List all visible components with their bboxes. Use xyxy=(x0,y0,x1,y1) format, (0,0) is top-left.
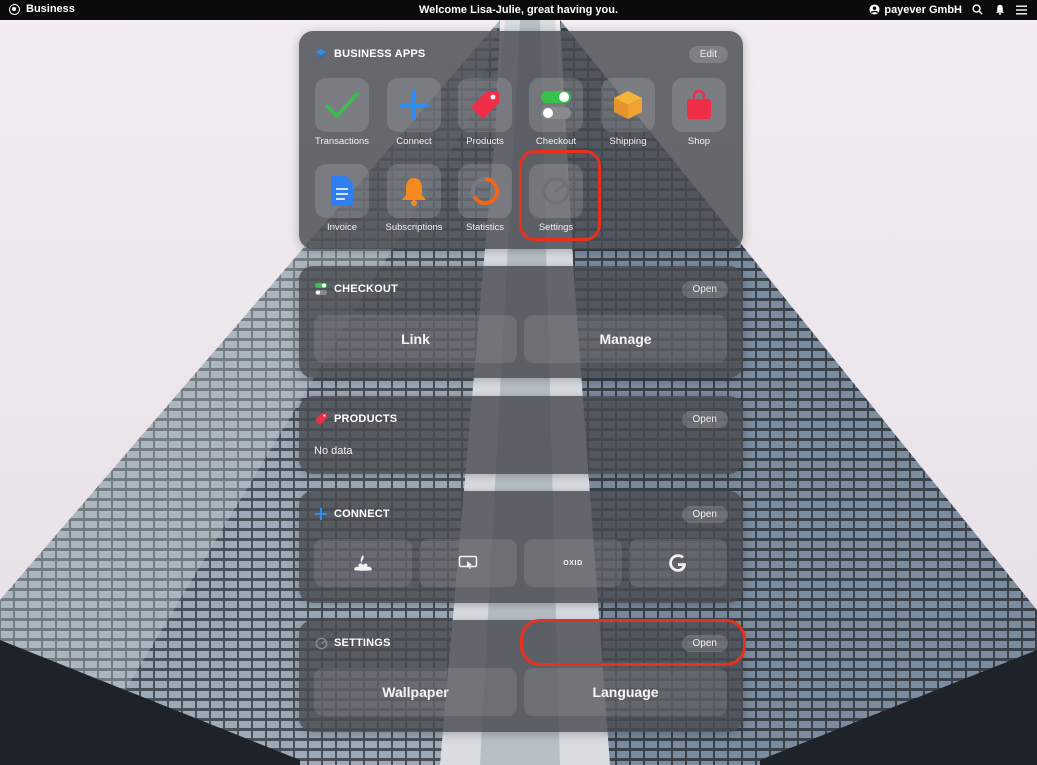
brand-label: Business xyxy=(26,3,75,15)
app-transactions[interactable]: Transactions xyxy=(311,78,373,147)
tag-icon xyxy=(314,412,328,426)
gauge-icon xyxy=(314,636,328,650)
app-shop[interactable]: Shop xyxy=(668,78,730,147)
settings-widget: SETTINGS Open Wallpaper Language xyxy=(299,620,743,732)
products-empty-text: No data xyxy=(314,445,353,457)
user-circle-icon xyxy=(869,4,880,15)
search-icon[interactable] xyxy=(971,3,984,16)
toggles-icon xyxy=(541,91,571,119)
google-logo-icon xyxy=(669,554,686,572)
app-label: Settings xyxy=(538,222,574,233)
connect-widget: CONNECT Open OXID xyxy=(299,491,743,603)
integration-oxid[interactable]: OXID xyxy=(524,539,622,587)
checkout-link-button[interactable]: Link xyxy=(314,315,517,363)
connect-title: CONNECT xyxy=(334,508,390,520)
products-widget: PRODUCTS Open No data xyxy=(299,396,743,474)
checkout-widget: CHECKOUT Open Link Manage xyxy=(299,266,743,378)
bell-icon xyxy=(402,178,426,206)
app-invoice[interactable]: Invoice xyxy=(311,164,373,233)
business-apps-title: BUSINESS APPS xyxy=(334,48,426,60)
app-label: Statistics xyxy=(465,222,504,233)
app-label: Checkout xyxy=(535,136,577,147)
checkout-manage-button[interactable]: Manage xyxy=(524,315,727,363)
app-label: Invoice xyxy=(326,222,358,233)
app-subscriptions[interactable]: Subscriptions xyxy=(383,164,445,233)
language-button[interactable]: Language xyxy=(524,668,727,716)
santander-logo-icon xyxy=(354,555,372,571)
integration-screen-pointer[interactable] xyxy=(419,539,517,587)
settings-title: SETTINGS xyxy=(334,637,391,649)
checkmark-icon xyxy=(325,92,359,118)
app-products[interactable]: Products xyxy=(454,78,516,147)
integration-google[interactable] xyxy=(629,539,727,587)
edit-apps-button[interactable]: Edit xyxy=(688,46,728,63)
screen-pointer-icon xyxy=(458,555,478,569)
plus-icon xyxy=(399,90,429,120)
connect-open-button[interactable]: Open xyxy=(681,506,728,523)
app-shipping[interactable]: Shipping xyxy=(597,78,659,147)
box-icon xyxy=(614,91,642,119)
notification-bell-icon[interactable] xyxy=(993,3,1006,16)
checkout-open-button[interactable]: Open xyxy=(681,281,728,298)
app-statistics[interactable]: Statistics xyxy=(454,164,516,233)
shopping-bag-icon xyxy=(687,89,711,119)
products-open-button[interactable]: Open xyxy=(681,411,728,428)
gauge-icon xyxy=(542,177,570,205)
app-label: Subscriptions xyxy=(385,222,443,233)
settings-open-button[interactable]: Open xyxy=(681,635,728,652)
ring-chart-icon xyxy=(471,177,499,205)
brand[interactable]: Business xyxy=(9,3,75,15)
business-apps-widget: BUSINESS APPS Edit Transactions Connect … xyxy=(299,31,743,249)
app-label: Products xyxy=(466,136,504,147)
menu-icon[interactable] xyxy=(1015,3,1028,16)
top-bar: Business Welcome Lisa-Julie, great havin… xyxy=(0,0,1037,20)
integration-santander[interactable] xyxy=(314,539,412,587)
app-label: Shipping xyxy=(609,136,647,147)
business-logo-icon xyxy=(9,3,20,15)
oxid-logo-icon: OXID xyxy=(563,559,583,567)
tag-icon xyxy=(471,91,499,119)
app-connect[interactable]: Connect xyxy=(383,78,445,147)
wallpaper-button[interactable]: Wallpaper xyxy=(314,668,517,716)
plus-icon xyxy=(314,507,328,521)
app-settings[interactable]: Settings xyxy=(525,164,587,233)
app-checkout[interactable]: Checkout xyxy=(525,78,587,147)
company-name: payever GmbH xyxy=(884,3,962,16)
checkout-title: CHECKOUT xyxy=(334,283,398,295)
app-label: Transactions xyxy=(314,136,370,147)
toggles-icon xyxy=(314,282,328,296)
app-label: Shop xyxy=(687,136,711,147)
products-title: PRODUCTS xyxy=(334,413,398,425)
document-icon xyxy=(331,176,353,206)
app-label: Connect xyxy=(396,136,432,147)
layers-icon xyxy=(314,47,328,61)
company-switcher[interactable]: payever GmbH xyxy=(869,4,962,16)
